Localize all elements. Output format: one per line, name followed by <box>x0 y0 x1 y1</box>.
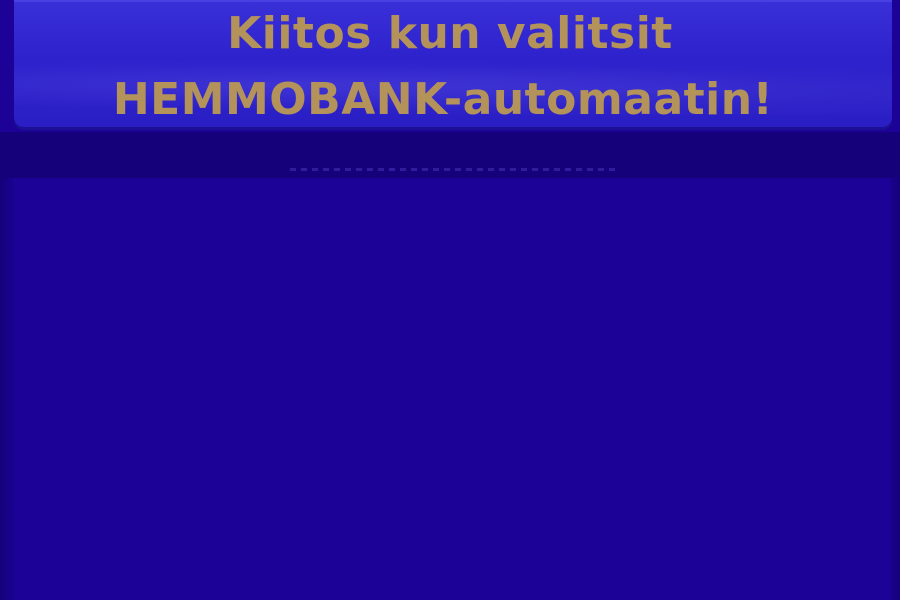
divider-band <box>0 132 900 178</box>
welcome-title-line2: HEMMOBANK-automaatin! <box>112 74 774 125</box>
main-content-area <box>0 178 900 600</box>
left-border <box>0 178 14 600</box>
welcome-title-line1: Kiitos kun valitsit <box>227 8 673 59</box>
right-border <box>890 178 900 600</box>
atm-screen: Kiitos kun valitsit HEMMOBANK-automaatin… <box>0 0 900 600</box>
